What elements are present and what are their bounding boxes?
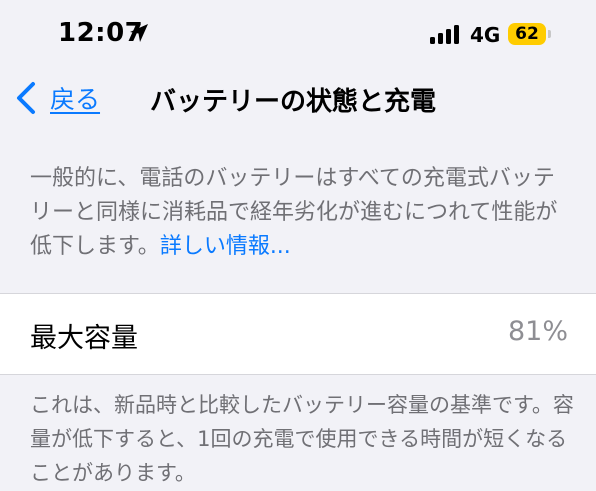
back-button[interactable]: 戻る [14,78,100,118]
maximum-capacity-row: 最大容量 81% [0,293,596,375]
description-text: 一般的に、電話のバッテリーはすべての充電式バッテリーと同様に消耗品で経年劣化が進… [30,166,558,259]
battery-icon: 62 [508,23,546,45]
status-bar: 12:07 4G 62 [0,0,596,64]
learn-more-link[interactable]: 詳しい情報... [160,234,291,259]
navigation-bar: 戻る バッテリーの状態と充電 [0,64,596,134]
page-title: バッテリーの状態と充電 [150,87,437,117]
location-arrow-icon [130,24,148,42]
signal-bars-icon [430,24,460,44]
battery-description: 一般的に、電話のバッテリーはすべての充電式バッテリーと同様に消耗品で経年劣化が進… [30,162,575,264]
back-label[interactable]: 戻る [50,80,100,116]
capacity-value: 81% [507,316,568,347]
capacity-label: 最大容量 [30,323,138,354]
capacity-footnote: これは、新品時と比較したバッテリー容量の基準です。容量が低下すると、1回の充電で… [30,393,574,485]
network-type: 4G [470,23,501,47]
battery-level: 62 [515,24,539,44]
chevron-left-icon [17,82,35,114]
battery-tip [548,30,551,38]
